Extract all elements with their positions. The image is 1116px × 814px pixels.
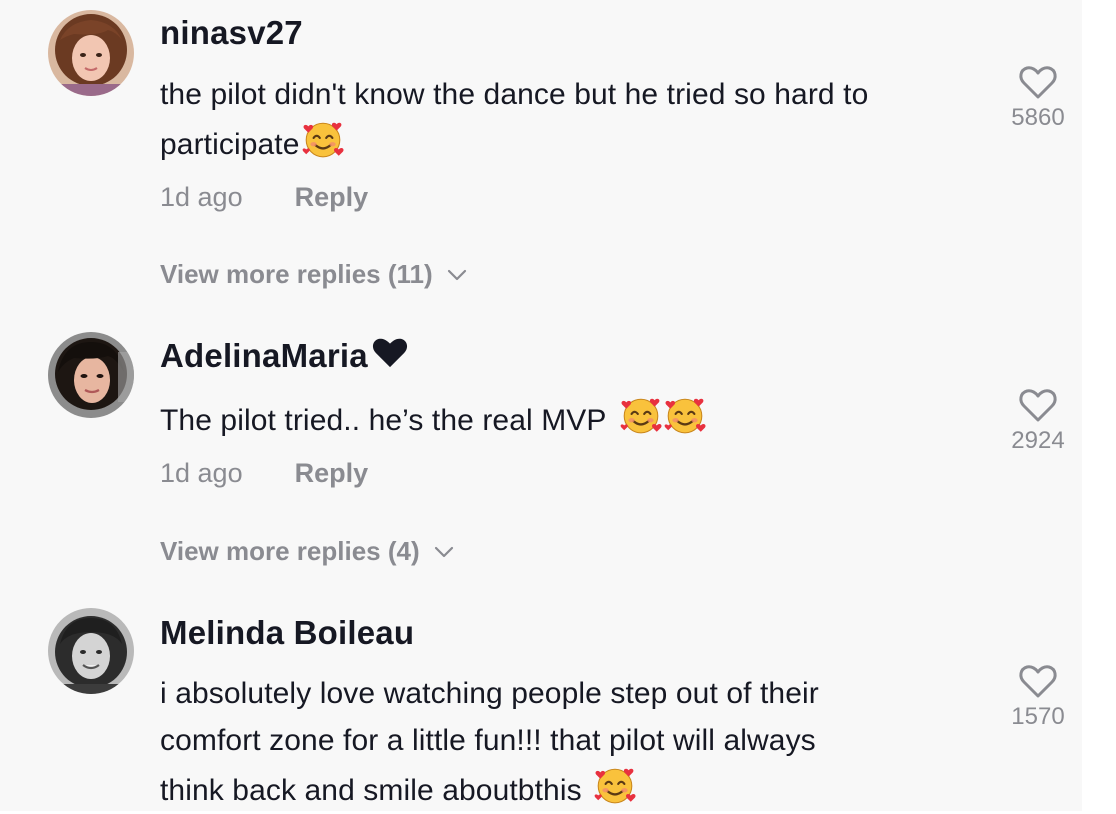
view-more-replies-label: View more replies (11) bbox=[160, 259, 433, 289]
avatar[interactable] bbox=[48, 332, 134, 418]
like-control: 5860 bbox=[1000, 64, 1076, 132]
like-heart-icon[interactable] bbox=[1018, 387, 1058, 423]
comment-text-content: the pilot didn't know the dance but he t… bbox=[160, 78, 869, 161]
comment-text-line: think back and smile aboutbthis bbox=[160, 774, 582, 807]
black-heart-icon bbox=[372, 338, 407, 368]
comment-timestamp: 1d ago bbox=[160, 182, 243, 212]
comment-text: The pilot tried.. he’s the real MVP bbox=[160, 394, 990, 444]
avatar[interactable] bbox=[48, 10, 134, 96]
like-control: 2924 bbox=[1000, 387, 1076, 455]
comment-text: i absolutely love watching people step o… bbox=[160, 670, 990, 814]
comment-text: the pilot didn't know the dance but he t… bbox=[160, 71, 990, 168]
comment-meta: 1d ago Reply bbox=[160, 182, 368, 213]
smiling-face-with-hearts-icon bbox=[302, 118, 344, 160]
like-heart-icon[interactable] bbox=[1018, 64, 1058, 100]
comment-text-line: comfort zone for a little fun!!! that pi… bbox=[160, 724, 816, 757]
chevron-down-icon bbox=[434, 546, 454, 558]
view-more-replies-button[interactable]: View more replies (11) bbox=[160, 259, 467, 290]
comment-meta: 1d ago Reply bbox=[160, 458, 368, 489]
like-count: 1570 bbox=[1011, 703, 1065, 730]
avatar[interactable] bbox=[48, 608, 134, 694]
like-count: 5860 bbox=[1011, 104, 1065, 131]
comment-username-text: AdelinaMaria bbox=[160, 337, 368, 374]
like-heart-icon[interactable] bbox=[1018, 663, 1058, 699]
smiling-face-with-hearts-icon bbox=[594, 764, 636, 806]
reply-button[interactable]: Reply bbox=[295, 458, 369, 489]
smiling-face-with-hearts-icon bbox=[620, 394, 662, 436]
like-count: 2924 bbox=[1011, 427, 1065, 454]
chevron-down-icon bbox=[447, 269, 467, 281]
reply-button[interactable]: Reply bbox=[295, 182, 369, 213]
view-more-replies-label: View more replies (4) bbox=[160, 536, 420, 566]
comment-text-line-last: think back and smile aboutbthis bbox=[160, 764, 990, 814]
comment-text-content: The pilot tried.. he’s the real MVP bbox=[160, 404, 606, 437]
comment-text-line: i absolutely love watching people step o… bbox=[160, 677, 819, 710]
smiling-face-with-hearts-icon bbox=[664, 394, 706, 436]
comment-username[interactable]: Melinda Boileau bbox=[160, 614, 414, 652]
comment-timestamp: 1d ago bbox=[160, 458, 243, 488]
comments-panel: ninasv27 the pilot didn't know the dance… bbox=[0, 0, 1082, 811]
like-control: 1570 bbox=[1000, 663, 1076, 731]
view-more-replies-button[interactable]: View more replies (4) bbox=[160, 536, 454, 567]
comment-username[interactable]: AdelinaMaria bbox=[160, 337, 410, 375]
comment-username[interactable]: ninasv27 bbox=[160, 14, 303, 52]
